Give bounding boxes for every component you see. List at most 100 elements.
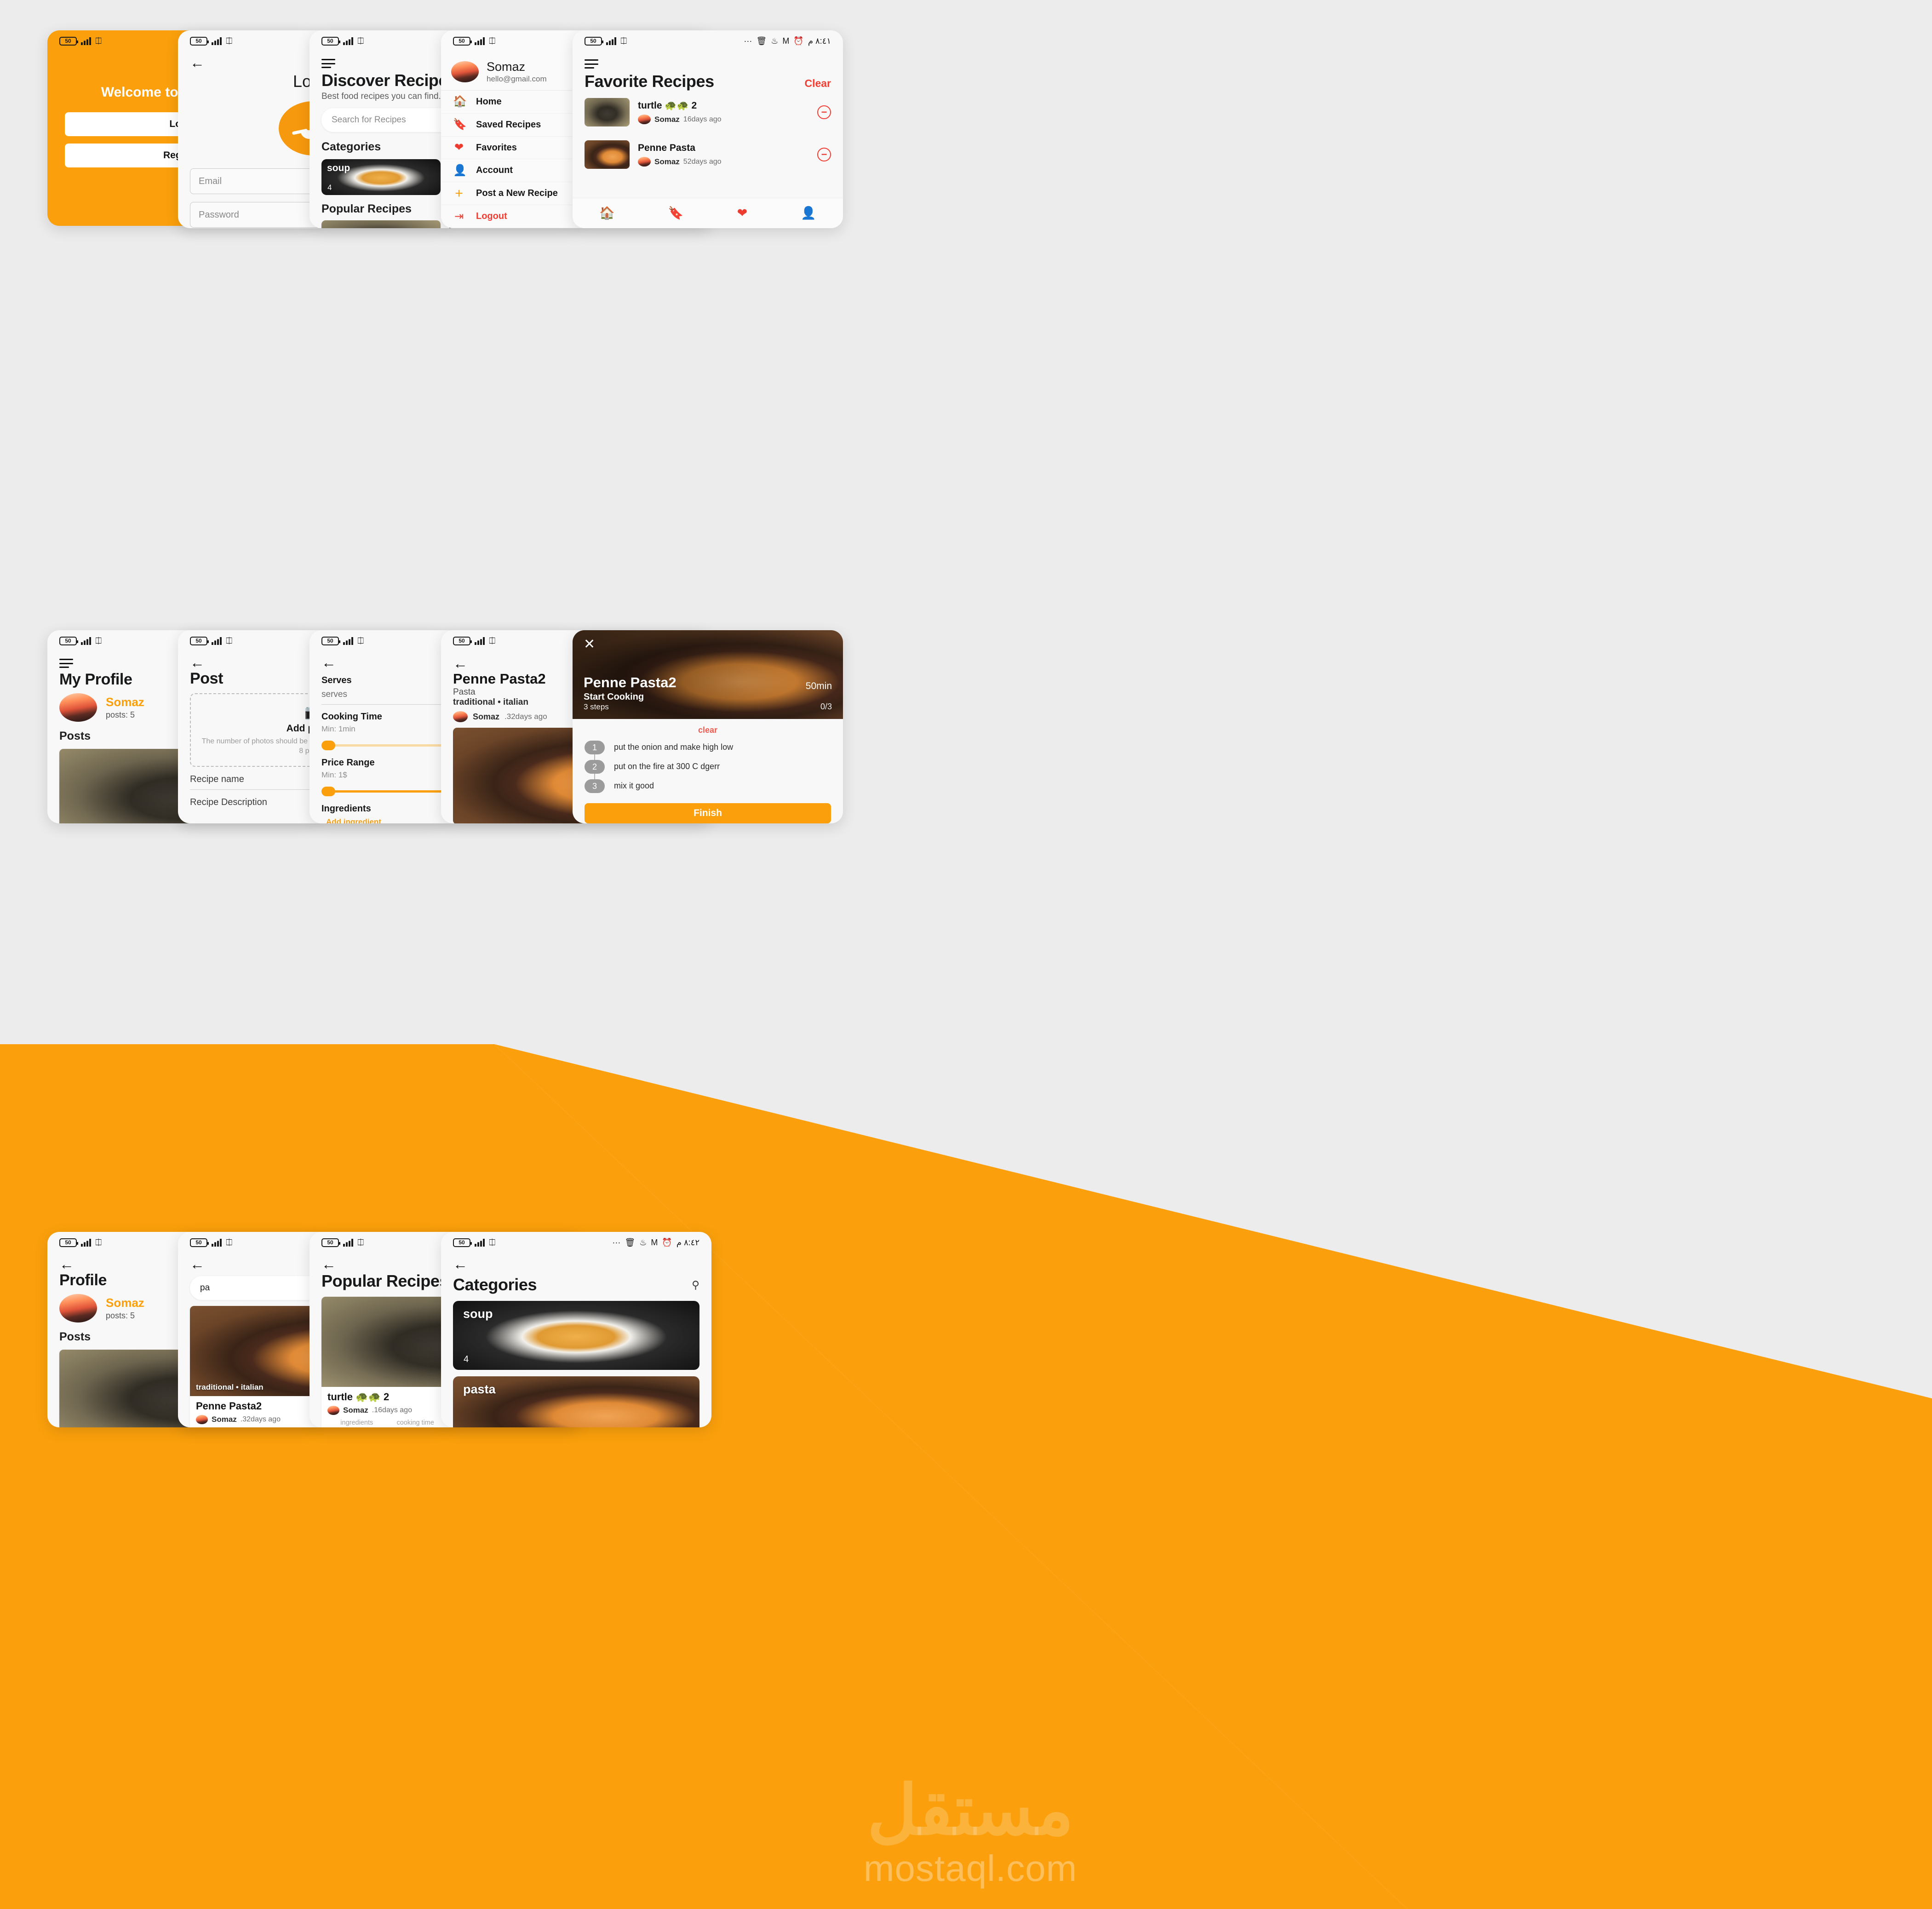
screen-start-cooking: ✕ Penne Pasta2 Start Cooking 3 steps 50m… (573, 630, 843, 823)
wifi-icon: ⎅ (95, 36, 102, 46)
back-button[interactable]: ← (190, 1256, 205, 1272)
menu-button[interactable] (585, 59, 598, 69)
wifi-icon: ⎅ (95, 1238, 102, 1247)
battery-icon: 50 (59, 636, 78, 645)
cooking-progress: 0/3 (820, 702, 832, 711)
avatar[interactable] (59, 693, 97, 722)
category-card[interactable]: pasta 2 (453, 1376, 699, 1427)
recipe-time: .32days ago (504, 712, 547, 721)
wifi-icon: ⎅ (357, 36, 364, 46)
cooking-step[interactable]: 1 put the onion and make high low (585, 738, 831, 765)
recipe-time: 52days ago (683, 157, 722, 166)
signal-icon (212, 37, 222, 45)
alarm-icon: ⏰ (662, 1238, 672, 1247)
slider-knob-min[interactable] (321, 786, 335, 796)
battery-icon: 50 (190, 636, 209, 645)
battery-icon: 50 (59, 36, 78, 46)
more-icon: ··· (744, 36, 752, 46)
favorite-row[interactable]: turtle 🐢🐢 2 Somaz 16days ago − (585, 91, 831, 133)
avatar[interactable] (451, 61, 479, 82)
signal-icon (606, 37, 616, 45)
back-button[interactable]: ← (453, 656, 468, 671)
heart-icon: ❤ (454, 141, 464, 154)
slider-knob[interactable] (321, 740, 335, 750)
search-icon[interactable]: ⚲ (692, 1279, 699, 1291)
clear-steps-button[interactable]: clear (585, 725, 831, 735)
remove-favorite-button[interactable]: − (817, 105, 831, 119)
nav-heart-icon[interactable]: ❤ (737, 207, 748, 219)
drawer-item-label: Saved Recipes (476, 119, 541, 130)
nav-account-icon[interactable]: 👤 (801, 207, 816, 219)
back-button[interactable]: ← (453, 1256, 468, 1272)
logout-icon: ⇥ (454, 210, 464, 223)
category-name: soup (463, 1307, 493, 1321)
step-text: mix it good (614, 781, 654, 790)
category-card[interactable]: soup 4 (321, 159, 441, 195)
avatar[interactable] (59, 1294, 97, 1322)
wifi-icon: ⎅ (489, 1238, 496, 1247)
recipe-name: Penne Pasta2 (196, 1400, 262, 1412)
popular-recipe-card[interactable]: turtle 🐢🐢 2 (321, 220, 441, 228)
recipe-thumbnail (585, 140, 630, 169)
menu-button[interactable] (59, 659, 73, 668)
drawer-item-label: Favorites (476, 142, 517, 153)
status-bar: 50 ⎅ ··· 🗑 ♨ M ⏰ ٨:٤١ م (573, 30, 843, 52)
stat-label: ingredients (340, 1419, 373, 1426)
nav-bookmark-icon[interactable]: 🔖 (668, 207, 684, 219)
nav-home-icon[interactable]: 🏠 (599, 207, 615, 219)
recipe-name: turtle 🐢🐢 2 (327, 1391, 390, 1403)
battery-icon: 50 (59, 1238, 78, 1247)
battery-icon: 50 (321, 636, 340, 645)
alarm-icon: ⏰ (793, 36, 804, 46)
trash-icon: 🗑 (625, 1238, 636, 1247)
back-button[interactable]: ← (321, 654, 336, 671)
signal-icon (81, 37, 91, 45)
page-title: Categories (453, 1275, 537, 1294)
wifi-icon: ⎅ (357, 1238, 364, 1247)
battery-icon: 50 (585, 36, 603, 46)
signal-icon (212, 637, 222, 645)
finish-button[interactable]: Finish (585, 803, 831, 823)
back-button[interactable]: ← (321, 1256, 336, 1272)
category-count: 4 (464, 1354, 469, 1364)
home-icon: 🏠 (453, 95, 467, 108)
profile-posts-count: posts: 5 (106, 710, 135, 719)
step-number[interactable]: 2 (585, 760, 605, 774)
signal-icon (343, 1238, 353, 1247)
app-icon: ♨ (639, 1238, 647, 1247)
back-button[interactable]: ← (59, 1256, 74, 1272)
wifi-icon: ⎅ (226, 636, 233, 645)
recipe-name: Penne Pasta (638, 143, 695, 153)
close-icon[interactable]: ✕ (584, 638, 832, 651)
bottom-nav: 🏠 🔖 ❤ 👤 (573, 198, 843, 228)
step-number[interactable]: 1 (585, 741, 605, 754)
drawer-item-label: Home (476, 96, 502, 107)
drawer-user-email: hello@gmail.com (487, 75, 547, 83)
cooking-step[interactable]: 2 put on the fire at 300 C dgerr (585, 757, 831, 784)
cooking-minutes: 50min (805, 681, 832, 691)
category-count: 4 (327, 183, 332, 192)
wifi-icon: ⎅ (226, 36, 233, 46)
back-button[interactable]: ← (190, 654, 205, 671)
recipe-author: Somaz (212, 1415, 237, 1424)
back-button[interactable]: ← (190, 54, 205, 71)
recipe-author: Somaz (343, 1406, 368, 1414)
email-placeholder: Email (199, 176, 222, 186)
remove-favorite-button[interactable]: − (817, 148, 831, 161)
clear-favorites-button[interactable]: Clear (804, 77, 831, 90)
menu-button[interactable] (321, 59, 335, 68)
step-number[interactable]: 3 (585, 779, 605, 793)
recipe-time: 16days ago (683, 115, 722, 123)
step-text: put on the fire at 300 C dgerr (614, 762, 720, 771)
recipe-thumbnail (585, 98, 630, 126)
battery-icon: 50 (190, 36, 209, 46)
gmail-icon: M (782, 36, 790, 46)
screen-categories: 50 ⎅ ··· 🗑 ♨ M ⏰ ٨:٤٢ م ← Categories ⚲ s… (441, 1232, 711, 1427)
category-card[interactable]: soup 4 (453, 1301, 699, 1370)
battery-icon: 50 (453, 36, 472, 46)
favorite-row[interactable]: Penne Pasta Somaz 52days ago − (585, 133, 831, 176)
password-placeholder: Password (199, 209, 239, 220)
profile-posts-count: posts: 5 (106, 1311, 135, 1320)
cooking-step[interactable]: 3 mix it good (585, 776, 831, 796)
avatar (327, 1406, 339, 1415)
